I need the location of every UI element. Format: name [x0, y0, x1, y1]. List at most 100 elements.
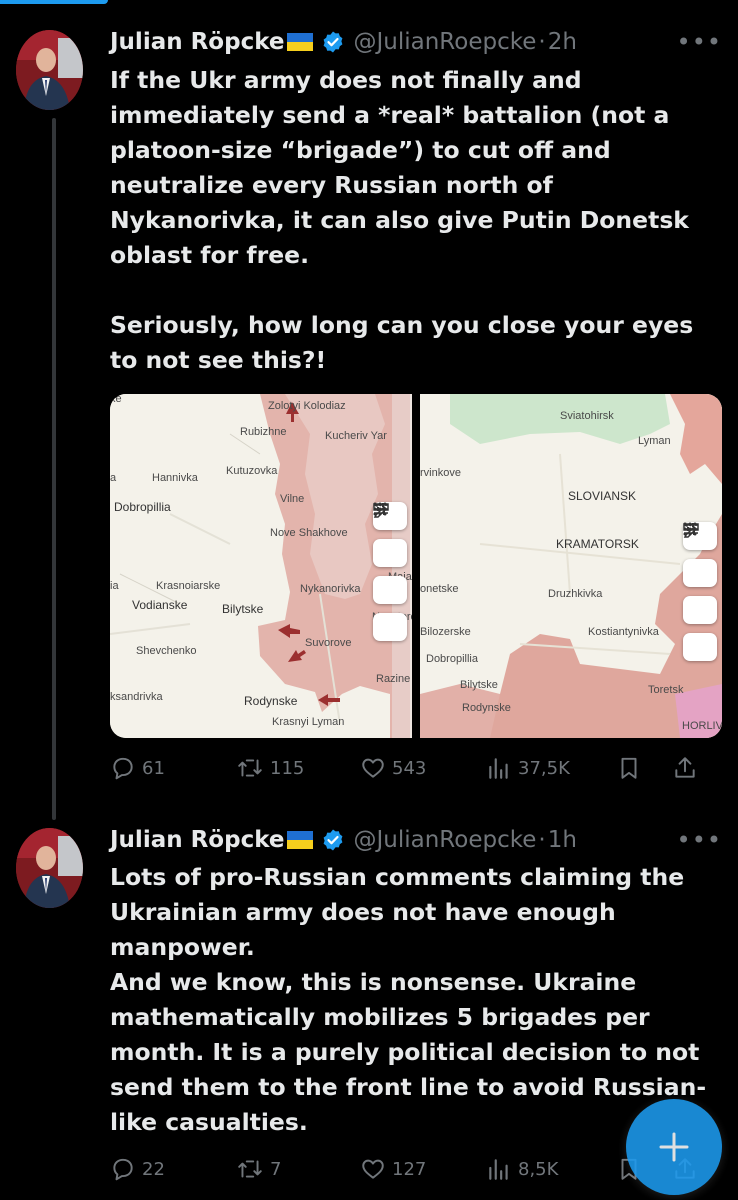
like-count: 127 [392, 1158, 427, 1180]
map-toolbar [373, 502, 407, 641]
map-image-right[interactable]: Sviatohirsk Lyman rvinkove SLOVIANSK KRA… [420, 394, 722, 738]
tweet-text: If the Ukr army does not finally and imm… [110, 66, 694, 374]
tweet-header: Julian Röpcke @JulianRoepcke · 1h [110, 825, 577, 855]
like-icon [362, 1159, 384, 1179]
ukraine-flag-icon [286, 33, 313, 51]
grid-icon[interactable] [373, 502, 407, 641]
map-label: Shevchenko [136, 645, 197, 657]
map-label: Lyman [638, 435, 671, 447]
tweet-media[interactable]: Zolotyi Kolodiaz Rubizhne Kucheriv Yar H… [110, 394, 722, 738]
tweet-header: Julian Röpcke @JulianRoepcke · 2h [110, 27, 577, 57]
map-label: SLOVIANSK [568, 489, 637, 503]
repost-button[interactable]: 115 [236, 755, 360, 781]
map-label: Razine [376, 673, 411, 685]
draw-icon[interactable] [373, 503, 407, 604]
map-label: Kucheriv Yar [325, 430, 387, 442]
tweet-time[interactable]: 2h [548, 29, 577, 55]
map-label: Nove Shakhove [270, 527, 348, 539]
map-label: Krasnyi Lyman [272, 716, 345, 728]
author-handle[interactable]: @JulianRoepcke [354, 29, 537, 55]
map-label: a [110, 472, 117, 484]
map-label: Sviatohirsk [560, 410, 614, 422]
author-name[interactable]: Julian Röpcke [110, 29, 285, 55]
reply-button[interactable]: 22 [110, 1156, 236, 1182]
map-label: Druzhkivka [548, 588, 603, 600]
share-icon[interactable] [672, 755, 698, 781]
reply-icon [113, 1158, 133, 1181]
plus-icon [659, 1132, 689, 1162]
like-count: 543 [392, 757, 427, 779]
views-icon [489, 1159, 508, 1180]
map-label: KRAMATORSK [556, 537, 639, 551]
map-label: Krasnoiarske [156, 580, 221, 592]
views-button[interactable]: 37,5K [486, 755, 616, 781]
verified-badge-icon[interactable] [321, 828, 345, 852]
map-label: Hannivka [152, 472, 198, 484]
avatar-photo [16, 30, 83, 110]
reply-icon [113, 757, 133, 780]
map-label: Dobropillia [426, 653, 478, 665]
map-label: Kutuzovka [226, 465, 278, 477]
map-label: rvinkove [420, 467, 461, 479]
avatar[interactable] [16, 828, 83, 908]
repost-button[interactable]: 7 [236, 1156, 360, 1182]
ukraine-flag-icon [286, 831, 313, 849]
repost-icon [238, 1160, 262, 1178]
tweet-actions: 61 115 543 37,5K [110, 752, 722, 784]
separator-dot: · [538, 29, 546, 55]
map-label: Bilytske [460, 679, 498, 691]
map-terrain [110, 394, 412, 738]
tweet-time[interactable]: 1h [548, 827, 577, 853]
more-icon[interactable]: ••• [677, 828, 722, 852]
reply-count: 61 [142, 757, 165, 779]
more-icon[interactable]: ••• [677, 30, 722, 54]
ruler-icon[interactable] [373, 503, 407, 567]
map-label: Vodianske [132, 598, 188, 612]
map-label: Toretsk [648, 684, 684, 696]
top-tab-indicator [0, 0, 108, 4]
verified-badge-icon[interactable] [321, 30, 345, 54]
author-name[interactable]: Julian Röpcke [110, 827, 285, 853]
reply-count: 22 [142, 1158, 165, 1180]
thread-connector-line [52, 118, 56, 820]
map-toolbar [683, 522, 717, 661]
map-label: ksandrivka [110, 691, 163, 703]
avatar[interactable] [16, 30, 83, 110]
map-label: Rubizhne [240, 426, 287, 438]
compose-button[interactable] [626, 1099, 722, 1195]
repost-count: 115 [270, 757, 305, 779]
like-button[interactable]: 543 [360, 755, 486, 781]
map-label: Suvorove [305, 637, 352, 649]
map-label: Zolotyi Kolodiaz [268, 400, 346, 412]
author-handle[interactable]: @JulianRoepcke [354, 827, 537, 853]
views-icon [489, 758, 508, 779]
ruler-icon[interactable] [683, 523, 717, 587]
grid-icon[interactable] [683, 522, 717, 661]
tweet-text: Lots of pro-Russian comments claiming th… [110, 863, 707, 1136]
map-label: ke [110, 394, 122, 405]
map-label: ia [110, 580, 119, 592]
map-label: HORLIV [682, 720, 722, 732]
repost-count: 7 [270, 1158, 282, 1180]
like-icon [362, 758, 384, 778]
map-label: Rodynske [462, 702, 511, 714]
draw-icon[interactable] [683, 523, 717, 624]
separator-dot: · [538, 827, 546, 853]
bookmark-icon[interactable] [616, 755, 672, 781]
map-label: Vilne [280, 493, 305, 505]
map-label: Bilytske [222, 602, 264, 616]
repost-icon [238, 759, 262, 777]
map-label: Dobropillia [114, 500, 171, 514]
map-label: onetske [420, 583, 459, 595]
views-button[interactable]: 8,5K [486, 1156, 616, 1182]
map-image-left[interactable]: Zolotyi Kolodiaz Rubizhne Kucheriv Yar H… [110, 394, 412, 738]
map-label: Bilozerske [420, 626, 471, 638]
map-label: Rodynske [244, 694, 298, 708]
like-button[interactable]: 127 [360, 1156, 486, 1182]
reply-button[interactable]: 61 [110, 755, 236, 781]
map-label: Nykanorivka [300, 583, 361, 595]
views-count: 37,5K [518, 757, 570, 779]
avatar-photo [16, 828, 83, 908]
views-count: 8,5K [518, 1158, 559, 1180]
map-label: Kostiantynivka [588, 626, 659, 638]
